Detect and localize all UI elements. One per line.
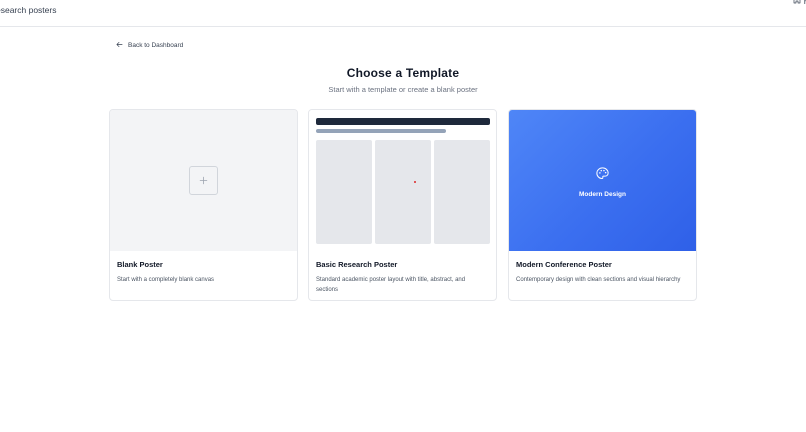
preview-column xyxy=(434,140,490,244)
preview-column xyxy=(375,140,431,244)
template-preview-basic xyxy=(309,110,496,251)
template-description: Start with a completely blank canvas xyxy=(117,277,215,283)
template-preview-modern: Modern Design xyxy=(509,110,696,251)
template-card-modern-conference[interactable]: Modern Design Modern Conference Poster C… xyxy=(508,109,697,301)
template-card-blank[interactable]: Blank Poster Start with a completely bla… xyxy=(109,109,298,301)
template-card-basic-research[interactable]: Basic Research Poster Standard academic … xyxy=(308,109,497,301)
preview-subtitle-bar xyxy=(316,129,446,133)
template-title: Modern Conference Poster xyxy=(516,260,612,269)
template-description: Contemporary design with clean sections … xyxy=(516,277,681,283)
back-link-label: Back to Dashboard xyxy=(128,42,184,49)
preview-title-bar xyxy=(316,118,490,125)
home-link[interactable]: Ho xyxy=(793,0,806,6)
back-to-dashboard-link[interactable]: Back to Dashboard xyxy=(116,41,183,50)
template-preview-blank xyxy=(110,110,297,251)
preview-marker xyxy=(414,181,416,183)
page-title: Choose a Template xyxy=(346,66,460,80)
template-description: Standard academic poster layout with tit… xyxy=(316,277,466,293)
plus-icon xyxy=(199,172,208,190)
arrow-left-icon xyxy=(116,41,123,50)
app-brand[interactable]: esearch posters xyxy=(0,5,56,15)
home-icon xyxy=(793,0,801,6)
template-title: Blank Poster xyxy=(117,260,163,269)
page-subtitle: Start with a template or create a blank … xyxy=(328,85,478,94)
top-bar: esearch posters Ho xyxy=(0,0,806,27)
template-title: Basic Research Poster xyxy=(316,260,398,269)
preview-column xyxy=(316,140,372,244)
palette-icon xyxy=(595,166,610,186)
add-blank-box xyxy=(189,166,218,195)
preview-label: Modern Design xyxy=(579,191,626,198)
